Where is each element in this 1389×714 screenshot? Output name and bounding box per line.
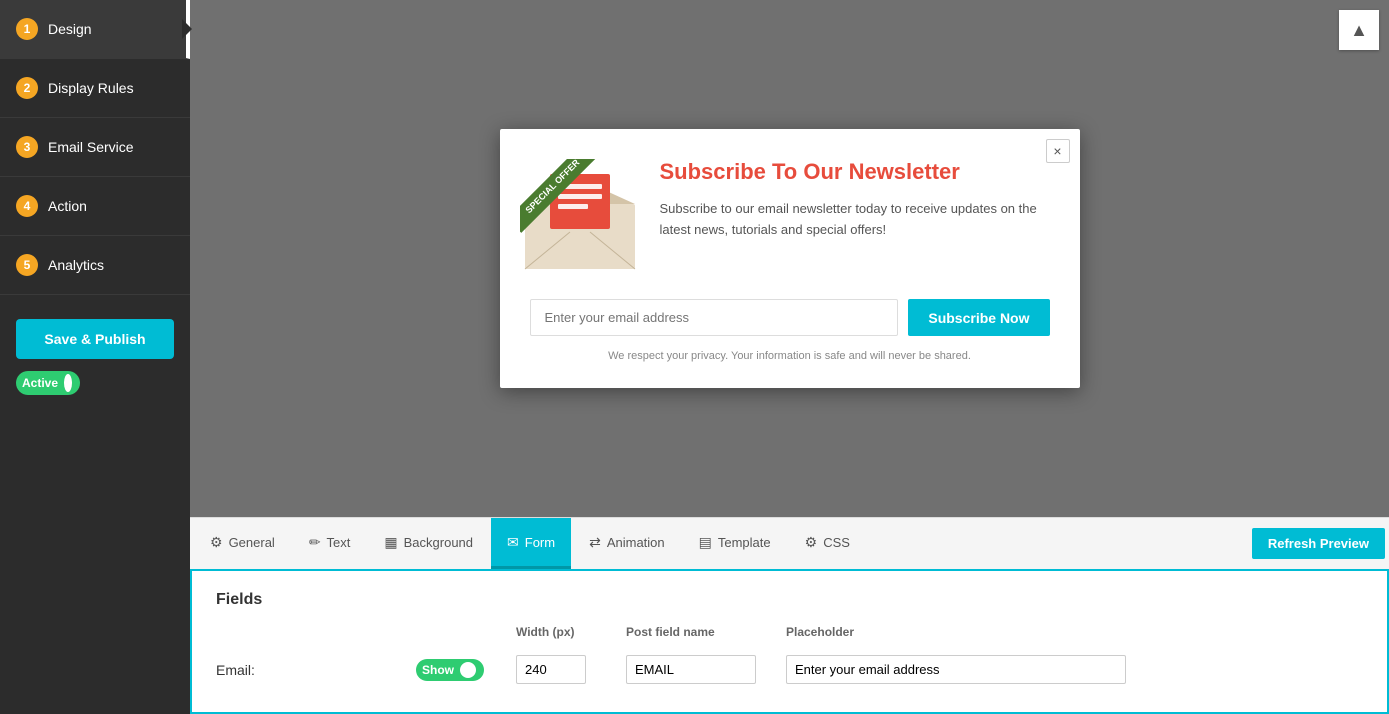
css-icon: ⚙ [805,534,818,551]
gear-icon: ⚙ [210,534,223,551]
modal-form-area: Subscribe Now We respect your privacy. Y… [500,299,1080,388]
fields-section: Fields Width (px) Post field name Placeh… [190,569,1389,714]
field-email-placeholder-input[interactable] [786,655,1126,684]
tab-general-label: General [229,535,275,550]
show-toggle-circle [460,662,476,678]
modal-description: Subscribe to our email newsletter today … [660,199,1050,241]
modal-popup: × SPECIAL OFFER [500,129,1080,388]
show-toggle-label: Show [422,663,454,677]
modal-body: SPECIAL OFFER [500,129,1080,299]
tab-css-label: CSS [823,535,850,550]
modal-form-row: Subscribe Now [530,299,1050,336]
tab-form[interactable]: ✉ Form [491,518,571,569]
sidebar-item-design[interactable]: 1 Design [0,0,190,59]
active-toggle[interactable]: Active [16,371,80,395]
sidebar-label-display-rules: Display Rules [48,80,134,96]
modal-close-button[interactable]: × [1046,139,1070,163]
tab-animation-label: Animation [607,535,665,550]
save-publish-button[interactable]: Save & Publish [16,319,174,359]
tab-general[interactable]: ⚙ General [194,518,291,569]
form-icon: ✉ [507,534,519,551]
step-badge-5: 5 [16,254,38,276]
toggle-circle [64,374,72,392]
sidebar-label-email-service: Email Service [48,139,134,155]
sidebar-label-analytics: Analytics [48,257,104,273]
field-email-postfield-input[interactable] [626,655,756,684]
field-email-placeholder-cell [786,655,1363,684]
modal-image-area: SPECIAL OFFER [520,159,640,279]
tab-template-label: Template [718,535,771,550]
modal-content-area: Subscribe To Our Newsletter Subscribe to… [660,159,1050,279]
col-header-postfield: Post field name [626,625,786,639]
col-header-placeholder: Placeholder [786,625,1363,639]
sidebar: 1 Design 2 Display Rules 3 Email Service… [0,0,190,714]
table-row: Email: Show [216,647,1363,692]
sidebar-item-analytics[interactable]: 5 Analytics [0,236,190,295]
tab-template[interactable]: ▤ Template [683,518,787,569]
sidebar-label-action: Action [48,198,87,214]
field-email-width-cell [516,655,626,684]
field-email-label: Email: [216,662,416,678]
modal-privacy-text: We respect your privacy. Your informatio… [530,350,1050,378]
tab-css[interactable]: ⚙ CSS [789,518,866,569]
step-badge-4: 4 [16,195,38,217]
step-badge-3: 3 [16,136,38,158]
field-email-show-cell: Show [416,659,516,681]
background-icon: ▦ [384,534,397,551]
animation-icon: ⇄ [589,534,601,551]
pencil-icon: ✏ [309,534,321,551]
scroll-up-button[interactable]: ▲ [1339,10,1379,50]
fields-table-header: Width (px) Post field name Placeholder [216,625,1363,647]
sidebar-item-action[interactable]: 4 Action [0,177,190,236]
col-header-width: Width (px) [516,625,626,639]
preview-area: ▲ × SPECIAL OFFER [190,0,1389,517]
refresh-preview-button[interactable]: Refresh Preview [1252,528,1385,559]
active-toggle-label: Active [22,376,58,390]
badge-text: SPECIAL OFFER [520,159,599,233]
modal-email-input[interactable] [530,299,899,336]
tab-form-label: Form [525,535,555,550]
tab-text-label: Text [327,535,351,550]
step-badge-2: 2 [16,77,38,99]
tab-background[interactable]: ▦ Background [368,518,489,569]
bottom-tabs: ⚙ General ✏ Text ▦ Background ✉ Form ⇄ A… [190,517,1389,569]
step-badge-1: 1 [16,18,38,40]
sidebar-label-design: Design [48,21,92,37]
main-area: ▲ × SPECIAL OFFER [190,0,1389,714]
sidebar-item-email-service[interactable]: 3 Email Service [0,118,190,177]
special-offer-badge: SPECIAL OFFER [520,159,610,249]
modal-title: Subscribe To Our Newsletter [660,159,1050,185]
tab-animation[interactable]: ⇄ Animation [573,518,681,569]
field-email-show-toggle[interactable]: Show [416,659,484,681]
field-email-width-input[interactable] [516,655,586,684]
template-icon: ▤ [699,534,712,551]
tab-background-label: Background [404,535,473,550]
modal-subscribe-button[interactable]: Subscribe Now [908,299,1049,336]
field-email-postfield-cell [626,655,786,684]
sidebar-item-display-rules[interactable]: 2 Display Rules [0,59,190,118]
sidebar-actions: Save & Publish Active [0,303,190,411]
fields-title: Fields [216,591,1363,609]
active-toggle-row: Active [16,371,174,395]
tab-text[interactable]: ✏ Text [293,518,367,569]
